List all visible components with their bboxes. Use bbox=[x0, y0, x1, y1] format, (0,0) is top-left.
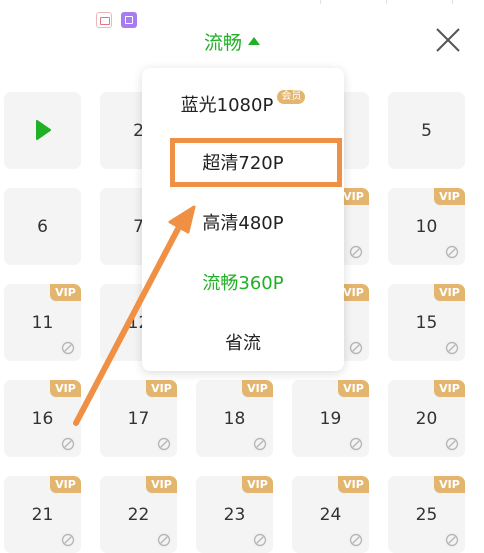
vip-badge: VIP bbox=[434, 188, 465, 205]
episode-tile[interactable]: 22 VIP bbox=[100, 476, 177, 553]
episode-tile[interactable]: 16 VIP bbox=[4, 380, 81, 457]
prohibited-icon bbox=[445, 533, 459, 547]
episode-tile[interactable]: 21 VIP bbox=[4, 476, 81, 553]
prohibited-icon bbox=[157, 533, 171, 547]
episode-tile[interactable]: 23 VIP bbox=[196, 476, 273, 553]
prohibited-icon bbox=[61, 437, 75, 451]
vip-badge: VIP bbox=[434, 476, 465, 493]
vip-badge: VIP bbox=[146, 476, 177, 493]
episode-tile[interactable]: 25 VIP bbox=[388, 476, 465, 553]
episode-tile[interactable]: 18 VIP bbox=[196, 380, 273, 457]
prohibited-icon bbox=[349, 245, 363, 259]
prohibited-icon bbox=[61, 341, 75, 355]
quality-option-label: 流畅360P bbox=[202, 273, 284, 294]
prohibited-icon bbox=[253, 533, 267, 547]
episode-tile[interactable]: 19 VIP bbox=[292, 380, 369, 457]
prohibited-icon bbox=[445, 437, 459, 451]
vip-badge: VIP bbox=[338, 476, 369, 493]
vip-badge: VIP bbox=[146, 380, 177, 397]
episode-tile[interactable]: 20 VIP bbox=[388, 380, 465, 457]
prohibited-icon bbox=[445, 245, 459, 259]
play-icon bbox=[36, 120, 51, 140]
episode-tile-current[interactable] bbox=[4, 92, 81, 169]
vip-badge: VIP bbox=[338, 380, 369, 397]
quality-option-label: 高清480P bbox=[202, 213, 284, 234]
close-icon[interactable] bbox=[434, 26, 462, 54]
vip-badge: VIP bbox=[434, 284, 465, 301]
episode-number: 6 bbox=[37, 216, 48, 237]
prohibited-icon bbox=[349, 533, 363, 547]
quality-option-label: 省流 bbox=[225, 333, 261, 354]
quality-option-480p[interactable]: 高清480P bbox=[142, 202, 344, 242]
vip-badge: VIP bbox=[50, 476, 81, 493]
quality-selector-button[interactable]: 流畅 bbox=[204, 24, 261, 58]
episode-tile[interactable]: 10 VIP bbox=[388, 188, 465, 265]
prohibited-icon bbox=[349, 437, 363, 451]
vip-badge: VIP bbox=[242, 476, 273, 493]
quality-option-label: 超清720P bbox=[202, 153, 284, 174]
episode-tile[interactable]: 24 VIP bbox=[292, 476, 369, 553]
vip-badge: VIP bbox=[242, 380, 273, 397]
vip-badge: VIP bbox=[50, 380, 81, 397]
image-icon[interactable] bbox=[121, 12, 137, 28]
calendar-icon[interactable] bbox=[96, 12, 112, 28]
quality-option-1080p[interactable]: 蓝光1080P 会员 bbox=[142, 84, 344, 124]
prohibited-icon bbox=[157, 437, 171, 451]
top-divider-lines bbox=[320, 0, 484, 4]
quality-option-360p[interactable]: 流畅360P bbox=[142, 262, 344, 302]
quality-menu: 蓝光1080P 会员 超清720P 高清480P 流畅360P 省流 bbox=[142, 68, 344, 371]
prohibited-icon bbox=[445, 341, 459, 355]
vip-badge: VIP bbox=[50, 284, 81, 301]
episode-tile[interactable]: 5 bbox=[388, 92, 465, 169]
episode-tile[interactable]: 6 bbox=[4, 188, 81, 265]
quality-option-label: 蓝光1080P bbox=[180, 95, 274, 116]
episode-tile[interactable]: 17 VIP bbox=[100, 380, 177, 457]
episode-number: 5 bbox=[421, 120, 432, 141]
vip-badge: VIP bbox=[434, 380, 465, 397]
member-badge: 会员 bbox=[277, 90, 306, 104]
prohibited-icon bbox=[253, 437, 267, 451]
prohibited-icon bbox=[61, 533, 75, 547]
episode-tile[interactable]: 15 VIP bbox=[388, 284, 465, 361]
triangle-up-icon bbox=[248, 37, 261, 45]
episode-tile[interactable]: 11 VIP bbox=[4, 284, 81, 361]
prohibited-icon bbox=[349, 341, 363, 355]
quality-option-data-saver[interactable]: 省流 bbox=[142, 322, 344, 362]
quality-option-720p[interactable]: 超清720P bbox=[142, 142, 344, 182]
quality-selector-label: 流畅 bbox=[204, 31, 243, 54]
